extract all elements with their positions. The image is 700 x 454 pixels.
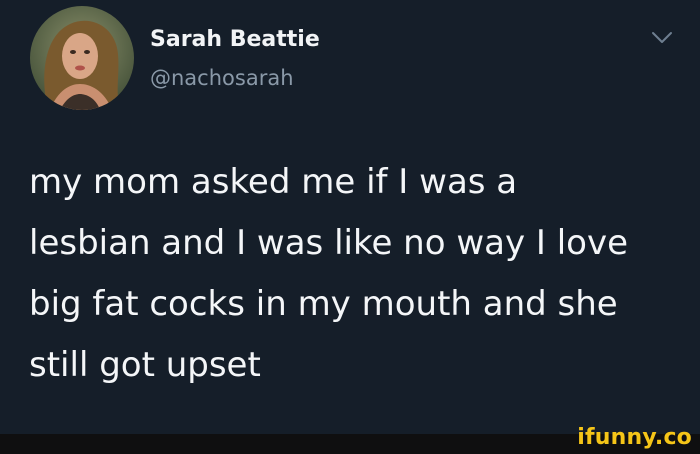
tweet-text-line: lesbian and I was like no way I love [29, 223, 629, 263]
tweet-text-line: big fat cocks in my mouth and she [29, 284, 618, 324]
tweet-menu-button[interactable] [649, 28, 675, 48]
avatar[interactable] [30, 6, 134, 110]
tweet-text-line: still got upset [29, 345, 261, 385]
ifunny-watermark: ifunny.co [577, 425, 692, 450]
tweet-text-line: my mom asked me if I was a [29, 162, 518, 202]
display-name[interactable]: Sarah Beattie [150, 26, 320, 54]
avatar-photo-icon [30, 6, 134, 110]
user-handle[interactable]: @nachosarah [150, 64, 294, 92]
chevron-down-icon [652, 32, 672, 43]
tweet-text: my mom asked me if I was a lesbian and I… [29, 152, 669, 396]
tweet-card: Sarah Beattie @nachosarah my mom asked m… [0, 0, 700, 434]
